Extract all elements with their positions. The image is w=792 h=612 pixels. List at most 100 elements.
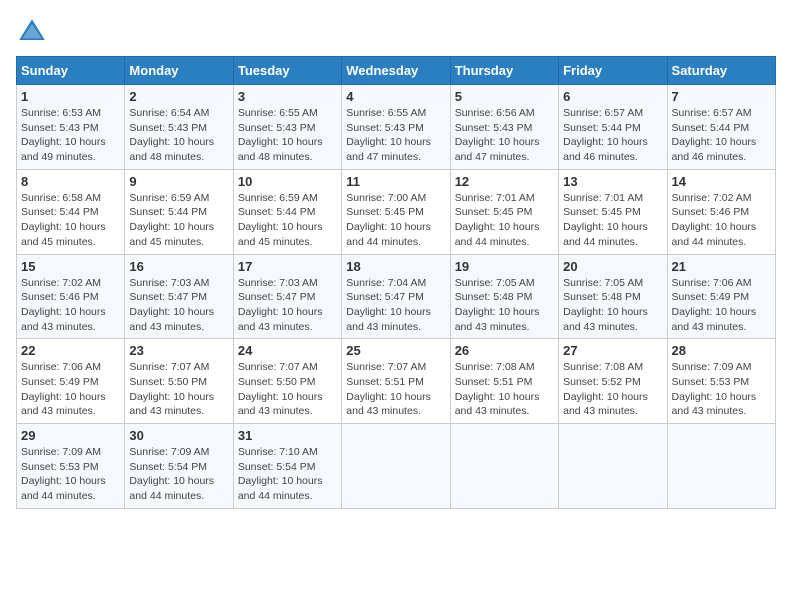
- weekday-header-thursday: Thursday: [450, 57, 558, 85]
- day-number: 22: [21, 343, 120, 358]
- calendar-day-cell: 31 Sunrise: 7:10 AMSunset: 5:54 PMDayligh…: [233, 424, 341, 509]
- calendar-week-row: 22 Sunrise: 7:06 AMSunset: 5:49 PMDayligh…: [17, 339, 776, 424]
- day-number: 6: [563, 89, 662, 104]
- day-detail: Sunrise: 6:56 AMSunset: 5:43 PMDaylight:…: [455, 106, 554, 165]
- calendar-day-cell: 8 Sunrise: 6:58 AMSunset: 5:44 PMDaylight…: [17, 169, 125, 254]
- day-detail: Sunrise: 7:01 AMSunset: 5:45 PMDaylight:…: [455, 191, 554, 250]
- day-detail: Sunrise: 7:05 AMSunset: 5:48 PMDaylight:…: [455, 276, 554, 335]
- day-detail: Sunrise: 7:00 AMSunset: 5:45 PMDaylight:…: [346, 191, 445, 250]
- day-detail: Sunrise: 7:06 AMSunset: 5:49 PMDaylight:…: [672, 276, 771, 335]
- day-number: 23: [129, 343, 228, 358]
- calendar-day-cell: 7 Sunrise: 6:57 AMSunset: 5:44 PMDaylight…: [667, 85, 775, 170]
- weekday-header-wednesday: Wednesday: [342, 57, 450, 85]
- day-detail: Sunrise: 6:57 AMSunset: 5:44 PMDaylight:…: [563, 106, 662, 165]
- calendar-day-cell: 11Sunrise: 7:00 AMSunset: 5:45 PMDayligh…: [342, 169, 450, 254]
- day-detail: Sunrise: 6:55 AMSunset: 5:43 PMDaylight:…: [238, 106, 337, 165]
- day-detail: Sunrise: 7:10 AMSunset: 5:54 PMDaylight:…: [238, 445, 337, 504]
- day-number: 17: [238, 259, 337, 274]
- calendar-day-cell: 2 Sunrise: 6:54 AMSunset: 5:43 PMDaylight…: [125, 85, 233, 170]
- logo: [16, 16, 50, 48]
- logo-icon: [16, 16, 48, 48]
- calendar-day-cell: 20 Sunrise: 7:05 AMSunset: 5:48 PMDayligh…: [559, 254, 667, 339]
- calendar-day-cell: 4 Sunrise: 6:55 AMSunset: 5:43 PMDaylight…: [342, 85, 450, 170]
- calendar-day-cell: 1Sunrise: 6:53 AMSunset: 5:43 PMDaylight…: [17, 85, 125, 170]
- day-number: 28: [672, 343, 771, 358]
- day-number: 20: [563, 259, 662, 274]
- day-number: 4: [346, 89, 445, 104]
- weekday-header-friday: Friday: [559, 57, 667, 85]
- calendar-day-cell: 24Sunrise: 7:07 AMSunset: 5:50 PMDayligh…: [233, 339, 341, 424]
- calendar-week-row: 15Sunrise: 7:02 AMSunset: 5:46 PMDayligh…: [17, 254, 776, 339]
- calendar-day-cell: 18 Sunrise: 7:04 AMSunset: 5:47 PMDayligh…: [342, 254, 450, 339]
- calendar-table: SundayMondayTuesdayWednesdayThursdayFrid…: [16, 56, 776, 509]
- calendar-day-cell: 13 Sunrise: 7:01 AMSunset: 5:45 PMDayligh…: [559, 169, 667, 254]
- day-detail: Sunrise: 6:59 AMSunset: 5:44 PMDaylight:…: [238, 191, 337, 250]
- calendar-day-cell: 6 Sunrise: 6:57 AMSunset: 5:44 PMDaylight…: [559, 85, 667, 170]
- calendar-day-cell: 5 Sunrise: 6:56 AMSunset: 5:43 PMDaylight…: [450, 85, 558, 170]
- calendar-day-cell: [342, 424, 450, 509]
- day-detail: Sunrise: 7:06 AMSunset: 5:49 PMDaylight:…: [21, 360, 120, 419]
- day-number: 18: [346, 259, 445, 274]
- day-detail: Sunrise: 6:55 AMSunset: 5:43 PMDaylight:…: [346, 106, 445, 165]
- day-detail: Sunrise: 6:58 AMSunset: 5:44 PMDaylight:…: [21, 191, 120, 250]
- day-number: 19: [455, 259, 554, 274]
- day-number: 7: [672, 89, 771, 104]
- calendar-day-cell: 27 Sunrise: 7:08 AMSunset: 5:52 PMDayligh…: [559, 339, 667, 424]
- day-number: 29: [21, 428, 120, 443]
- calendar-day-cell: 21 Sunrise: 7:06 AMSunset: 5:49 PMDayligh…: [667, 254, 775, 339]
- day-number: 9: [129, 174, 228, 189]
- weekday-header-row: SundayMondayTuesdayWednesdayThursdayFrid…: [17, 57, 776, 85]
- day-detail: Sunrise: 7:09 AMSunset: 5:53 PMDaylight:…: [672, 360, 771, 419]
- day-detail: Sunrise: 7:09 AMSunset: 5:53 PMDaylight:…: [21, 445, 120, 504]
- calendar-day-cell: 16 Sunrise: 7:03 AMSunset: 5:47 PMDayligh…: [125, 254, 233, 339]
- day-number: 14: [672, 174, 771, 189]
- calendar-day-cell: [559, 424, 667, 509]
- calendar-day-cell: 29 Sunrise: 7:09 AMSunset: 5:53 PMDayligh…: [17, 424, 125, 509]
- calendar-week-row: 1Sunrise: 6:53 AMSunset: 5:43 PMDaylight…: [17, 85, 776, 170]
- day-number: 24: [238, 343, 337, 358]
- day-number: 2: [129, 89, 228, 104]
- day-number: 3: [238, 89, 337, 104]
- calendar-day-cell: 30Sunrise: 7:09 AMSunset: 5:54 PMDayligh…: [125, 424, 233, 509]
- day-detail: Sunrise: 7:04 AMSunset: 5:47 PMDaylight:…: [346, 276, 445, 335]
- day-detail: Sunrise: 6:57 AMSunset: 5:44 PMDaylight:…: [672, 106, 771, 165]
- day-detail: Sunrise: 7:08 AMSunset: 5:51 PMDaylight:…: [455, 360, 554, 419]
- calendar-day-cell: 23 Sunrise: 7:07 AMSunset: 5:50 PMDayligh…: [125, 339, 233, 424]
- day-detail: Sunrise: 7:02 AMSunset: 5:46 PMDaylight:…: [21, 276, 120, 335]
- calendar-day-cell: 28 Sunrise: 7:09 AMSunset: 5:53 PMDayligh…: [667, 339, 775, 424]
- day-detail: Sunrise: 7:03 AMSunset: 5:47 PMDaylight:…: [129, 276, 228, 335]
- day-number: 26: [455, 343, 554, 358]
- calendar-day-cell: 15Sunrise: 7:02 AMSunset: 5:46 PMDayligh…: [17, 254, 125, 339]
- day-detail: Sunrise: 7:02 AMSunset: 5:46 PMDaylight:…: [672, 191, 771, 250]
- weekday-header-tuesday: Tuesday: [233, 57, 341, 85]
- calendar-day-cell: 17 Sunrise: 7:03 AMSunset: 5:47 PMDayligh…: [233, 254, 341, 339]
- day-detail: Sunrise: 7:07 AMSunset: 5:50 PMDaylight:…: [129, 360, 228, 419]
- weekday-header-monday: Monday: [125, 57, 233, 85]
- calendar-day-cell: 14 Sunrise: 7:02 AMSunset: 5:46 PMDayligh…: [667, 169, 775, 254]
- day-number: 1: [21, 89, 120, 104]
- day-number: 8: [21, 174, 120, 189]
- day-number: 5: [455, 89, 554, 104]
- day-number: 13: [563, 174, 662, 189]
- day-detail: Sunrise: 7:01 AMSunset: 5:45 PMDaylight:…: [563, 191, 662, 250]
- day-detail: Sunrise: 6:59 AMSunset: 5:44 PMDaylight:…: [129, 191, 228, 250]
- day-number: 25: [346, 343, 445, 358]
- day-number: 21: [672, 259, 771, 274]
- calendar-week-row: 29 Sunrise: 7:09 AMSunset: 5:53 PMDayligh…: [17, 424, 776, 509]
- day-number: 27: [563, 343, 662, 358]
- day-detail: Sunrise: 7:03 AMSunset: 5:47 PMDaylight:…: [238, 276, 337, 335]
- day-number: 16: [129, 259, 228, 274]
- day-number: 12: [455, 174, 554, 189]
- calendar-day-cell: 19 Sunrise: 7:05 AMSunset: 5:48 PMDayligh…: [450, 254, 558, 339]
- calendar-day-cell: 22 Sunrise: 7:06 AMSunset: 5:49 PMDayligh…: [17, 339, 125, 424]
- calendar-day-cell: 26 Sunrise: 7:08 AMSunset: 5:51 PMDayligh…: [450, 339, 558, 424]
- day-detail: Sunrise: 7:08 AMSunset: 5:52 PMDaylight:…: [563, 360, 662, 419]
- day-number: 31: [238, 428, 337, 443]
- day-detail: Sunrise: 6:54 AMSunset: 5:43 PMDaylight:…: [129, 106, 228, 165]
- calendar-day-cell: 12 Sunrise: 7:01 AMSunset: 5:45 PMDayligh…: [450, 169, 558, 254]
- day-detail: Sunrise: 7:05 AMSunset: 5:48 PMDaylight:…: [563, 276, 662, 335]
- calendar-day-cell: 9 Sunrise: 6:59 AMSunset: 5:44 PMDaylight…: [125, 169, 233, 254]
- day-detail: Sunrise: 7:07 AMSunset: 5:51 PMDaylight:…: [346, 360, 445, 419]
- weekday-header-saturday: Saturday: [667, 57, 775, 85]
- calendar-day-cell: [667, 424, 775, 509]
